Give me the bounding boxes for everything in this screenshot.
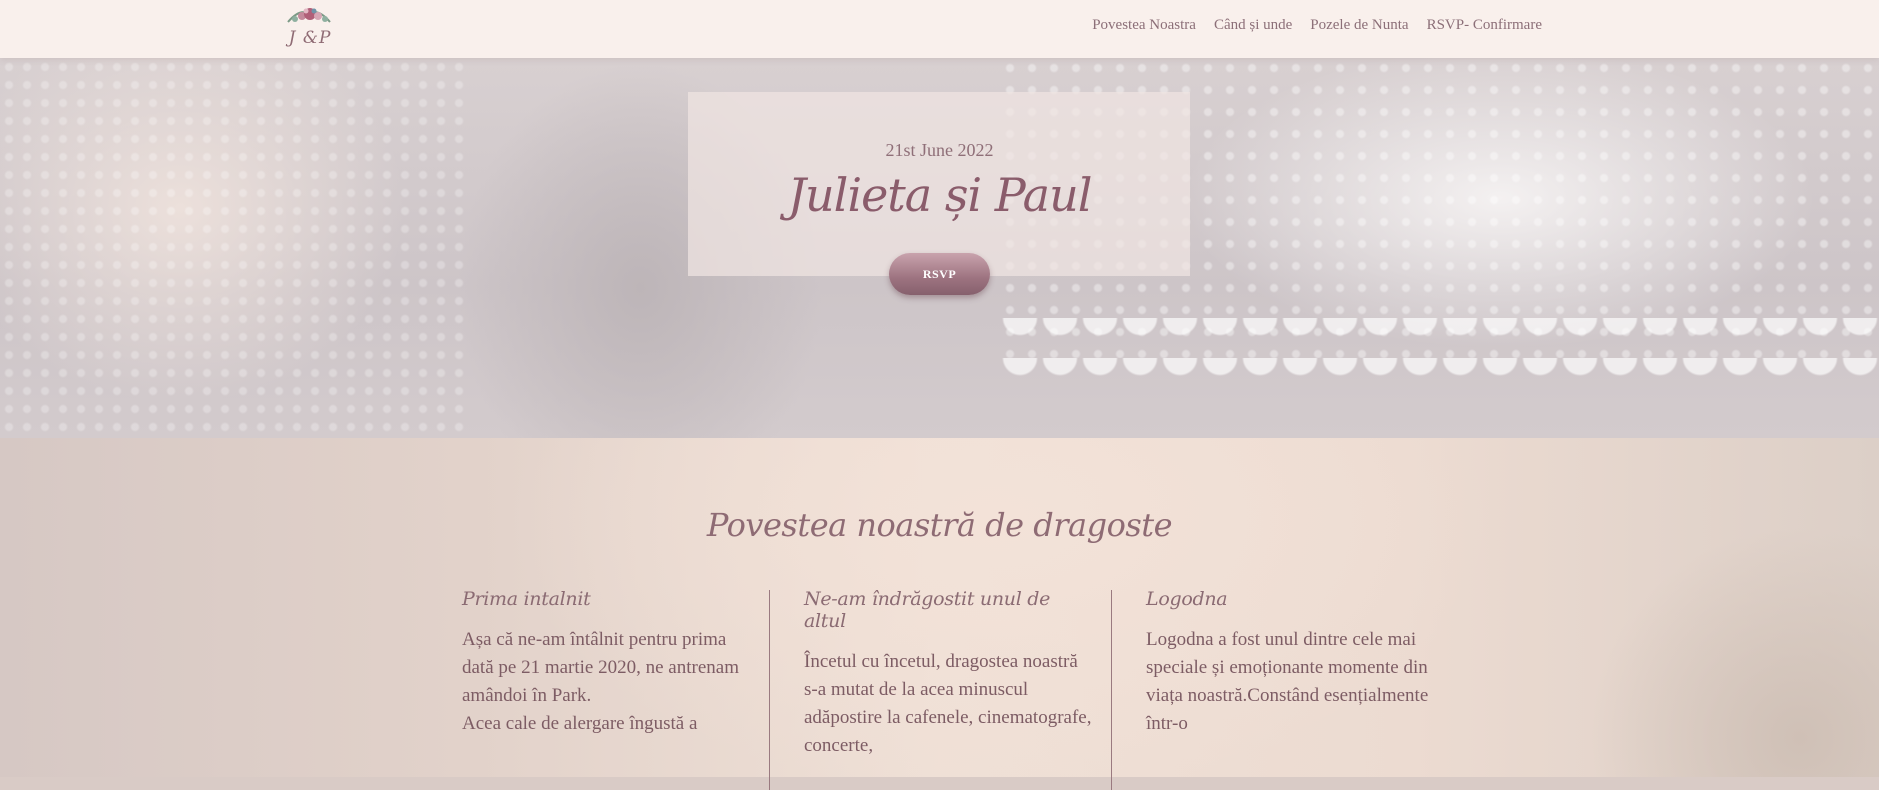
- lace-background-left: [0, 58, 470, 438]
- story-column-engagement: Logodna Logodna a fost unul dintre cele …: [1146, 588, 1436, 738]
- logo-text: J &P: [288, 28, 332, 48]
- story-column-first-meeting: Prima intalnit Așa că ne-am întâlnit pen…: [462, 588, 752, 738]
- column-heading: Logodna: [1146, 588, 1228, 610]
- column-divider: [769, 590, 770, 790]
- nav-item-cand-si-unde[interactable]: Când și unde: [1214, 17, 1292, 34]
- column-text: Logodna a fost unul dintre cele mai spec…: [1146, 629, 1429, 734]
- love-story-section: Povestea noastră de dragoste Prima intal…: [0, 438, 1879, 790]
- rsvp-button[interactable]: RSVP: [889, 253, 990, 295]
- logo[interactable]: J &P: [280, 4, 338, 54]
- wedding-date: 21st June 2022: [885, 140, 994, 160]
- couple-names: Julieta și Paul: [787, 168, 1093, 222]
- column-divider: [1111, 590, 1112, 790]
- column-text: Încetul cu încetul, dragostea noastră s-…: [804, 651, 1092, 756]
- lace-edge: [1000, 318, 1879, 378]
- story-title: Povestea noastră de dragoste: [706, 506, 1173, 544]
- nav-item-pozele-de-nunta[interactable]: Pozele de Nunta: [1310, 17, 1408, 34]
- column-heading: Ne-am îndrăgostit unul de altul: [804, 588, 1051, 632]
- main-nav: Povestea Noastra Când și unde Pozele de …: [1092, 17, 1542, 34]
- column-text: Așa că ne-am întâlnit pentru prima dată …: [462, 629, 739, 734]
- nav-item-rsvp-confirmare[interactable]: RSVP- Confirmare: [1427, 17, 1542, 34]
- column-heading: Prima intalnit: [462, 588, 591, 610]
- nav-item-povestea-noastra[interactable]: Povestea Noastra: [1092, 17, 1196, 34]
- hero-section: 21st June 2022 Julieta și Paul RSVP: [0, 58, 1879, 438]
- story-column-fell-in-love: Ne-am îndrăgostit unul de altul Încetul …: [804, 588, 1094, 760]
- site-header: J &P Povestea Noastra Când și unde Pozel…: [0, 0, 1879, 58]
